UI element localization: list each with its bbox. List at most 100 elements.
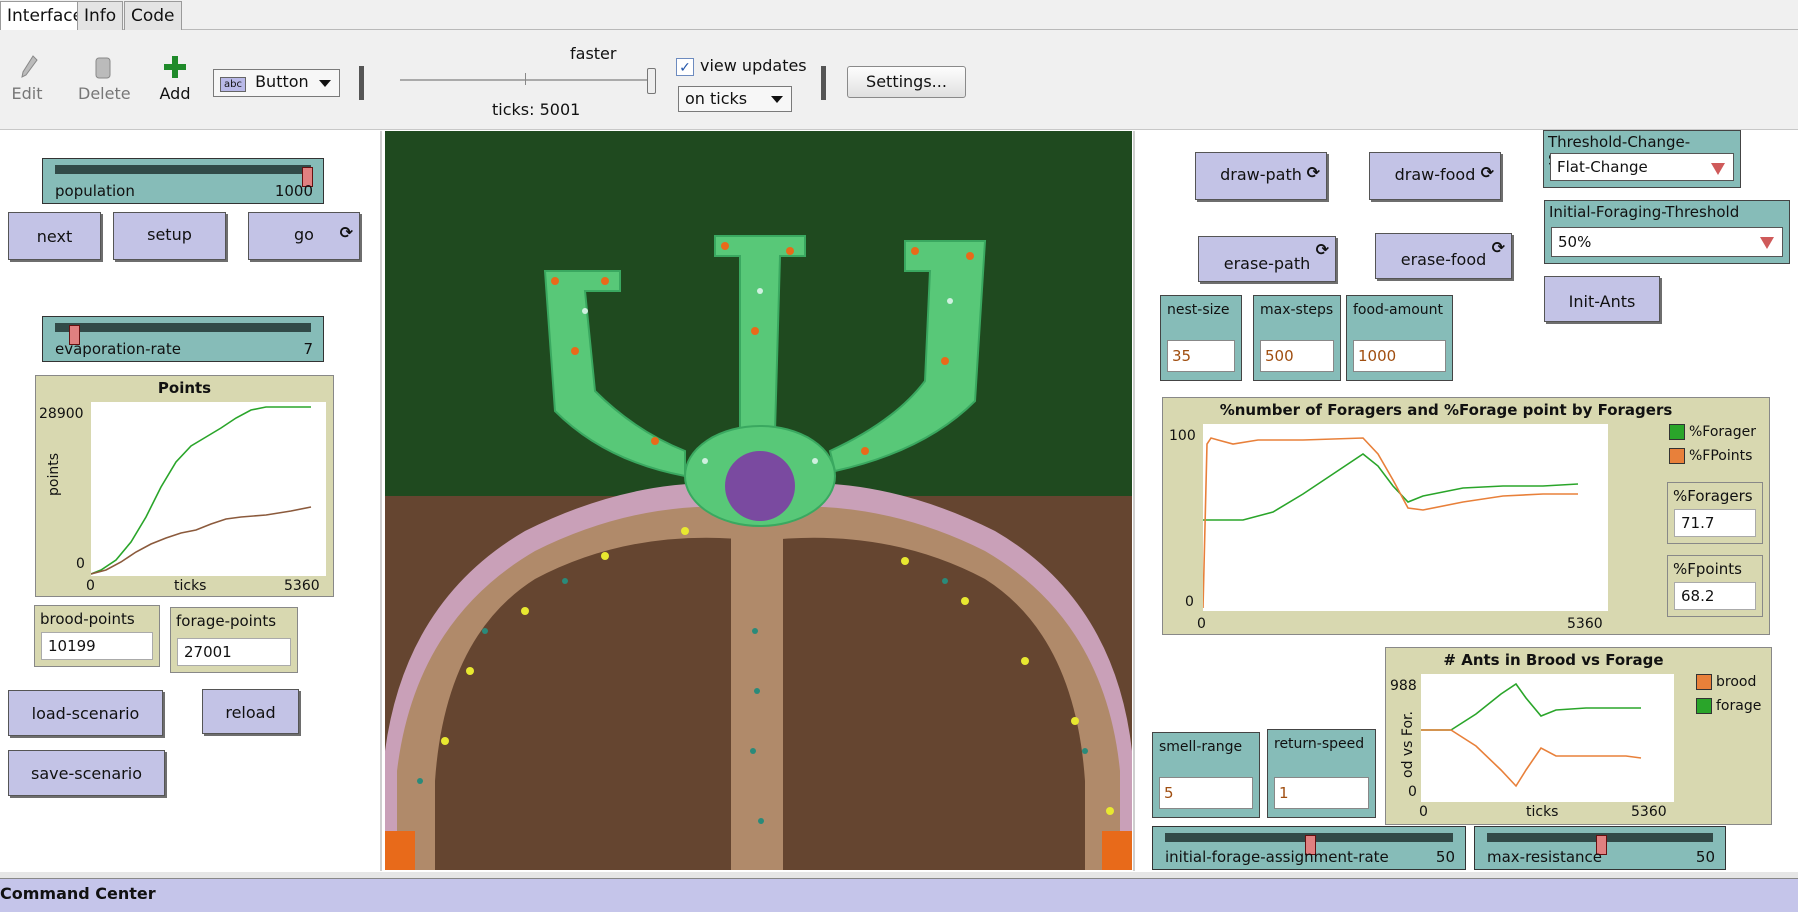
food-amount-value[interactable]: 1000 [1353,340,1446,372]
legend-pct-fpoints: %FPoints [1669,448,1752,464]
ants-plot-lines [1421,682,1642,788]
init-ants-button[interactable]: Init-Ants [1544,276,1660,322]
legend-swatch-orange [1669,448,1685,464]
smell-range-value[interactable]: 5 [1159,777,1253,809]
left-divider [380,131,382,871]
settings-button[interactable]: Settings... [847,66,966,98]
legend-pct-forager: %Forager [1669,424,1756,440]
food-amount-input[interactable]: food-amount 1000 [1346,295,1453,381]
chevron-down-icon [771,96,783,103]
toolbar: Edit Delete Add abc Button faster ticks:… [0,30,1798,130]
forage-points-monitor: forage-points 27001 [170,607,298,673]
points-ylabel: points [46,453,62,496]
tab-info[interactable]: Info [77,1,124,30]
smell-range-label: smell-range [1159,739,1243,755]
forage-points-label: forage-points [176,612,277,630]
world-view[interactable] [385,131,1132,870]
save-scenario-button[interactable]: save-scenario [8,750,165,796]
initial-foraging-threshold-value[interactable]: 50% [1551,227,1783,257]
max-steps-input[interactable]: max-steps 500 [1253,295,1341,381]
erase-food-button[interactable]: erase-food ⟳ [1375,233,1512,279]
population-label: population [55,182,135,200]
nest [725,451,795,521]
nest-size-input[interactable]: nest-size 35 [1160,295,1242,381]
legend-swatch-green [1696,698,1712,714]
dropdown-triangle-icon [1711,163,1725,175]
next-button[interactable]: next [8,212,101,260]
foragers-xmin: 0 [1197,616,1206,632]
ants-plot-title: # Ants in Brood vs Forage [1443,651,1664,669]
go-button[interactable]: go ⟳ [248,212,360,260]
threshold-change-scheme-selected: Flat-Change [1557,158,1648,176]
brood-ants-line [1421,729,1642,788]
legend-pct-forager-label: %Forager [1689,424,1757,440]
population-value: 1000 [274,182,313,200]
command-center-title: Command Center [0,884,156,903]
return-speed-input[interactable]: return-speed 1 [1267,729,1376,818]
return-speed-value[interactable]: 1 [1274,777,1369,809]
max-steps-value[interactable]: 500 [1260,340,1334,372]
nest-size-label: nest-size [1167,302,1230,318]
foragers-plot-lines [1202,437,1579,609]
update-mode-value: on ticks [685,89,748,108]
load-scenario-button[interactable]: load-scenario [8,690,163,736]
tab-code[interactable]: Code [124,1,182,30]
legend-swatch-green [1669,424,1685,440]
brood-points-value: 10199 [41,632,153,660]
widget-type-dropdown[interactable]: abc Button [213,69,340,97]
view-updates-checkbox[interactable]: ✓ [676,58,694,76]
initial-foraging-threshold-chooser[interactable]: Initial-Foraging-Threshold 50% [1544,200,1790,264]
food-amount-label: food-amount [1353,302,1444,318]
draw-path-button[interactable]: draw-path ⟳ [1195,152,1327,200]
points-plot: Points 28900 0 0 ticks 5360 points [35,375,334,597]
widget-type-value: Button [255,72,309,91]
erase-food-label: erase-food [1400,250,1487,269]
pct-fpoints-monitor: %Fpoints 68.2 [1667,555,1763,617]
threshold-change-scheme-chooser[interactable]: Threshold-Change-Scheme Flat-Change [1543,130,1741,188]
points-xlabel: ticks [174,578,207,594]
nest-size-value[interactable]: 35 [1167,340,1235,372]
points-plot-area [90,402,326,576]
smell-range-input[interactable]: smell-range 5 [1152,732,1260,818]
speed-label: faster [570,44,617,63]
ants-ylabel: od vs For. [1400,711,1416,778]
speed-slider-center-tick [525,73,526,85]
delete-label: Delete [78,84,131,103]
population-slider-track [55,165,313,187]
reload-button[interactable]: reload [202,689,299,734]
legend-brood: brood [1696,674,1756,690]
forever-icon: ⟳ [1491,238,1505,257]
ants-xmax: 5360 [1631,804,1667,820]
speed-slider-thumb[interactable] [647,68,656,94]
pct-foragers-label: %Foragers [1673,487,1753,505]
forever-icon: ⟳ [1306,163,1320,182]
pct-fpoints-value: 68.2 [1674,582,1756,610]
add-button[interactable]: Add [158,54,192,103]
brood-points-line [90,506,312,575]
erase-path-label: erase-path [1223,254,1311,273]
ants-ymin: 0 [1408,784,1417,800]
forage-ants-line [1421,682,1641,731]
threshold-change-scheme-value[interactable]: Flat-Change [1550,153,1734,181]
foragers-ymax: 100 [1169,428,1196,444]
initial-forage-assignment-rate-slider[interactable]: initial-forage-assignment-rate 50 [1152,826,1466,870]
ants-xlabel: ticks [1526,804,1559,820]
setup-button[interactable]: setup [113,212,226,260]
draw-food-button[interactable]: draw-food ⟳ [1369,152,1501,200]
erase-path-button[interactable]: erase-path ⟳ [1198,236,1336,282]
population-slider[interactable]: population 1000 [42,158,324,204]
evaporation-rate-label: evaporation-rate [55,340,181,358]
edit-button[interactable]: Edit [12,54,44,103]
max-resistance-slider[interactable]: max-resistance 50 [1474,826,1726,870]
evaporation-rate-slider[interactable]: evaporation-rate 7 [42,316,324,362]
evaporation-rate-value: 7 [303,340,313,358]
delete-button[interactable]: Delete [78,54,131,103]
ants-ymax: 988 [1390,678,1417,694]
points-ymin: 0 [76,556,85,572]
max-resistance-slider-track [1487,833,1713,855]
points-xmax: 5360 [284,578,320,594]
update-mode-dropdown[interactable]: on ticks [678,86,792,112]
legend-forage-label: forage [1716,698,1762,714]
legend-forage: forage [1696,698,1761,714]
foragers-xmax: 5360 [1567,616,1603,632]
